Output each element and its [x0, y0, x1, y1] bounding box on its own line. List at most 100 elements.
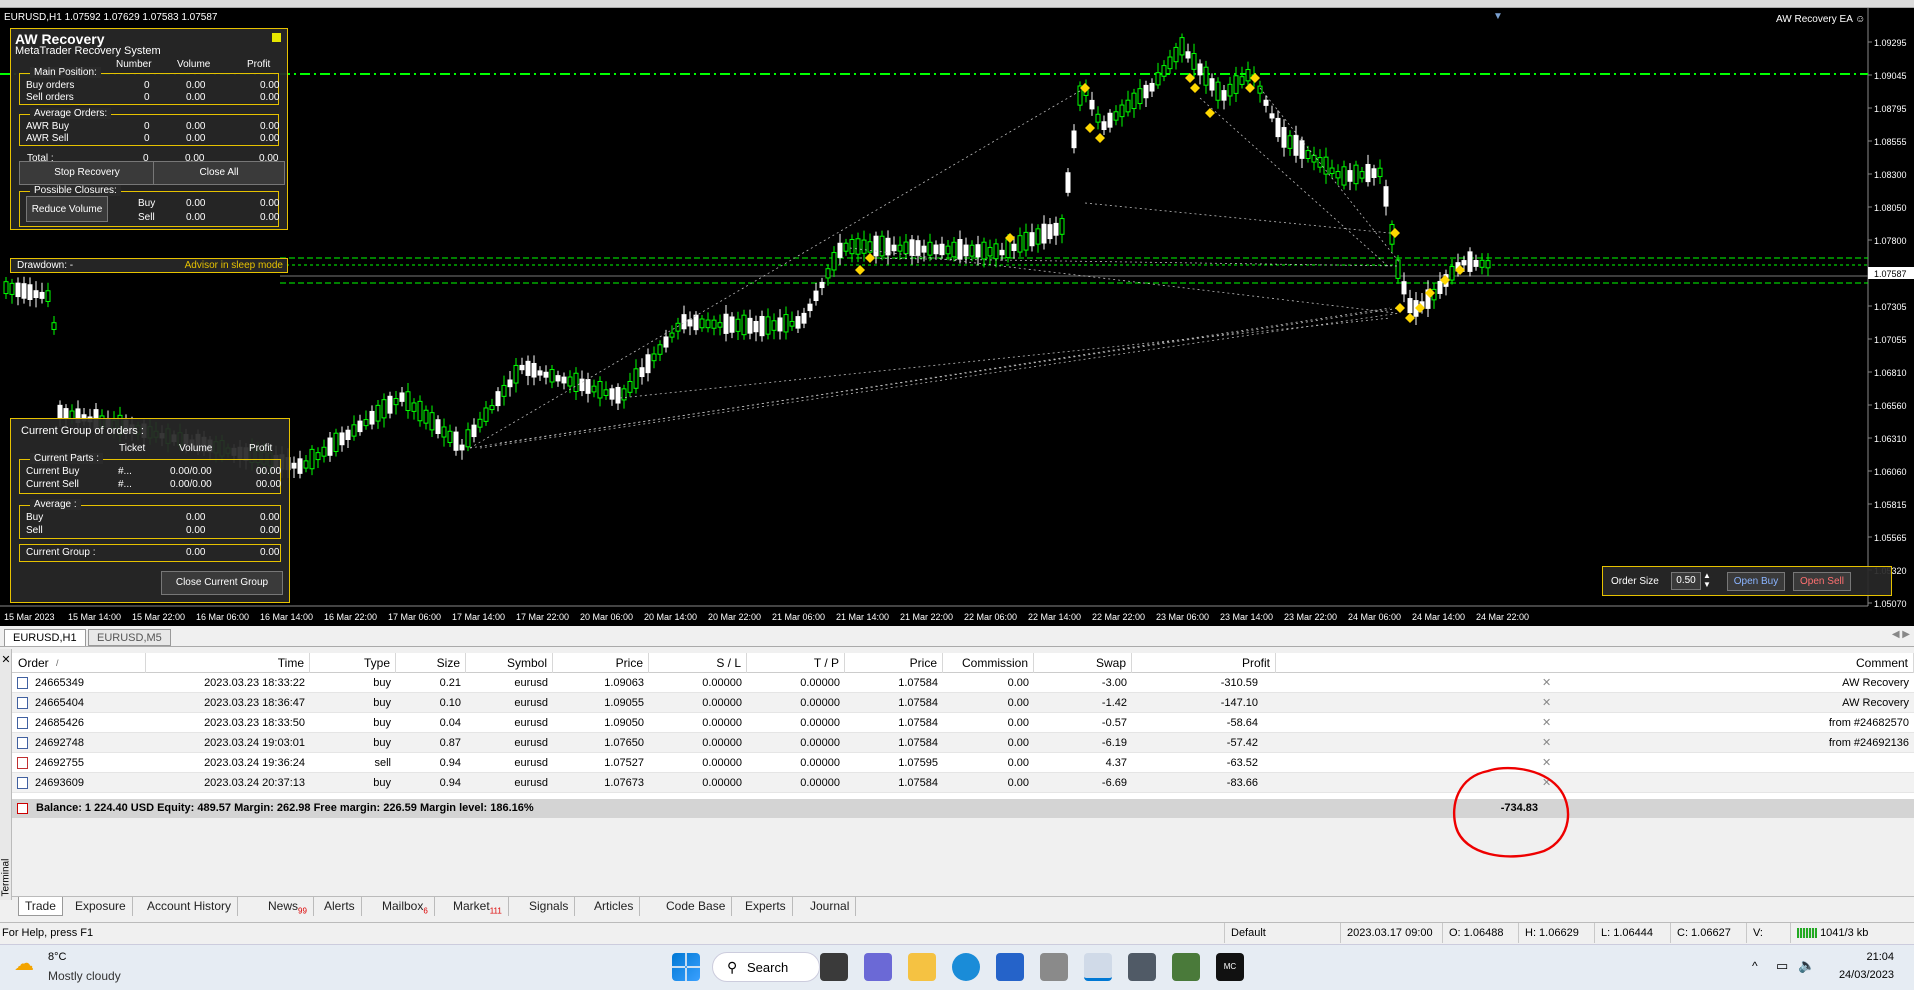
awr-sell-label: AWR Sell: [26, 133, 69, 144]
close-order-icon[interactable]: ✕: [1542, 713, 1551, 733]
col-header[interactable]: Price: [553, 653, 649, 673]
photos-icon[interactable]: [1172, 953, 1200, 981]
trade-link-line: [1084, 202, 1391, 234]
candle-body: [669, 332, 675, 338]
edge-icon[interactable]: [952, 953, 980, 981]
close-current-group-button[interactable]: Close Current Group: [161, 571, 283, 595]
tab-journal[interactable]: Journal: [804, 897, 857, 916]
table-row[interactable]: 24665404 2023.03.23 18:36:47 buy 0.10 eurusd…: [12, 693, 1914, 713]
tab-code-base[interactable]: Code Base: [660, 897, 733, 916]
order-size-input[interactable]: 0.50: [1671, 572, 1701, 590]
tray-chevron-icon[interactable]: ^: [1752, 959, 1758, 973]
metatrader-icon[interactable]: MC: [1216, 953, 1244, 981]
candle-body: [1185, 51, 1191, 59]
current-buy-profit: 00.00: [256, 466, 282, 477]
col-header[interactable]: Comment: [1276, 653, 1914, 673]
cell-profit: -147.10: [1220, 697, 1258, 709]
minimize-icon[interactable]: [272, 33, 281, 42]
table-row[interactable]: 24692748 2023.03.24 19:03:01 buy 0.87 eurusd…: [12, 733, 1914, 753]
tab-experts[interactable]: Experts: [739, 897, 793, 916]
tab-mailbox[interactable]: Mailbox6: [376, 897, 435, 916]
candle-body: [441, 426, 447, 438]
col-header[interactable]: Time: [146, 653, 310, 673]
cell-type: buy: [373, 717, 391, 729]
table-row[interactable]: 24693609 2023.03.24 20:37:13 buy 0.94 eurusd…: [12, 773, 1914, 793]
calculator-icon[interactable]: [1128, 953, 1156, 981]
file-explorer-icon[interactable]: [908, 953, 936, 981]
chart-shift-marker[interactable]: ▼: [1493, 11, 1503, 22]
taskbar-search[interactable]: ⚲ Search: [712, 952, 820, 982]
reduce-volume-button[interactable]: Reduce Volume: [26, 196, 108, 222]
candle-body: [1137, 88, 1143, 105]
col-header[interactable]: Profit: [1132, 653, 1276, 673]
col-header[interactable]: S / L: [649, 653, 747, 673]
tab-signals[interactable]: Signals: [523, 897, 576, 916]
candle-body: [51, 322, 57, 330]
start-icon[interactable]: [672, 953, 700, 981]
col-header[interactable]: Order: [12, 653, 146, 673]
close-order-icon[interactable]: ✕: [1542, 733, 1551, 753]
cell-swap: -6.19: [1101, 737, 1127, 749]
stop-recovery-button[interactable]: Stop Recovery: [19, 161, 155, 185]
col-header[interactable]: Commission: [943, 653, 1034, 673]
tab-exposure[interactable]: Exposure: [69, 897, 133, 916]
col-header[interactable]: T / P: [747, 653, 845, 673]
task-view-icon[interactable]: [820, 953, 848, 981]
candle-body: [1257, 85, 1263, 94]
col-header[interactable]: Size: [396, 653, 466, 673]
cell-comm: 0.00: [1007, 677, 1029, 689]
col-header[interactable]: Type: [310, 653, 396, 673]
balance-text: Balance: 1 224.40 USD Equity: 489.57 Mar…: [36, 802, 534, 814]
network-icon[interactable]: ▭: [1776, 958, 1788, 974]
candle-body: [45, 290, 51, 302]
snipping-tool-icon[interactable]: [1084, 953, 1112, 981]
tab-eurusd-h1[interactable]: EURUSD,H1: [4, 629, 86, 646]
sleep-status: Advisor in sleep mode: [184, 260, 283, 271]
col-header[interactable]: Price: [845, 653, 943, 673]
tab-articles[interactable]: Articles: [588, 897, 641, 916]
candle-body: [1293, 134, 1299, 156]
col-profit-2: Profit: [249, 443, 273, 454]
traffic-value: 1041/3 kb: [1820, 927, 1869, 939]
col-header[interactable]: Symbol: [466, 653, 553, 673]
close-order-icon[interactable]: ✕: [1542, 693, 1551, 713]
close-order-icon[interactable]: ✕: [1542, 673, 1551, 693]
tab-market[interactable]: Market111: [447, 897, 509, 916]
price-chart[interactable]: 1.09295 1.09045 1.08795 1.08555 1.08300 1.080…: [0, 8, 1914, 626]
tab-trade[interactable]: Trade: [18, 897, 63, 916]
candle-body: [1029, 232, 1035, 247]
open-sell-button[interactable]: Open Sell: [1793, 572, 1851, 591]
tab-eurusd-m5[interactable]: EURUSD,M5: [88, 629, 171, 646]
chart-symbol-info: EURUSD,H1 1.07592 1.07629 1.07583 1.0758…: [4, 12, 218, 23]
awr-buy-number: 0: [144, 121, 150, 132]
tab-scroll-icon[interactable]: ◀ ▶: [1892, 629, 1910, 640]
tab-news[interactable]: News99: [262, 897, 314, 916]
connection-icon: [1797, 928, 1817, 939]
volume-icon[interactable]: 🔈: [1798, 957, 1815, 974]
chat-icon[interactable]: [864, 953, 892, 981]
weather-icon[interactable]: ☁: [14, 951, 34, 976]
table-row[interactable]: 24692755 2023.03.24 19:36:24 sell 0.94 eurus…: [12, 753, 1914, 773]
current-group-profit: 0.00: [260, 547, 280, 558]
table-row[interactable]: 24685426 2023.03.23 18:33:50 buy 0.04 eurusd…: [12, 713, 1914, 733]
cell-sl: 0.00000: [702, 757, 742, 769]
mail-icon[interactable]: [1040, 953, 1068, 981]
tab-alerts[interactable]: Alerts: [318, 897, 362, 916]
candle-body: [1395, 259, 1401, 279]
open-buy-button[interactable]: Open Buy: [1727, 572, 1785, 591]
store-icon[interactable]: [996, 953, 1024, 981]
candle-body: [375, 404, 381, 422]
candle-body: [903, 241, 909, 255]
close-terminal-icon[interactable]: ✕: [0, 653, 12, 666]
candle-body: [1089, 99, 1095, 110]
order-size-stepper[interactable]: ▲ ▼: [1703, 571, 1711, 589]
avg-sell-label: Sell: [26, 525, 43, 536]
awr-sell-profit: 0.00: [260, 133, 280, 144]
order-size-label: Order Size: [1611, 576, 1659, 587]
table-row[interactable]: 24665349 2023.03.23 18:33:22 buy 0.21 eurusd…: [12, 673, 1914, 693]
close-all-button[interactable]: Close All: [153, 161, 285, 185]
candle-body: [447, 430, 453, 443]
tab-account-history[interactable]: Account History: [141, 897, 239, 916]
col-header[interactable]: Swap: [1034, 653, 1132, 673]
candle-body: [675, 322, 681, 332]
